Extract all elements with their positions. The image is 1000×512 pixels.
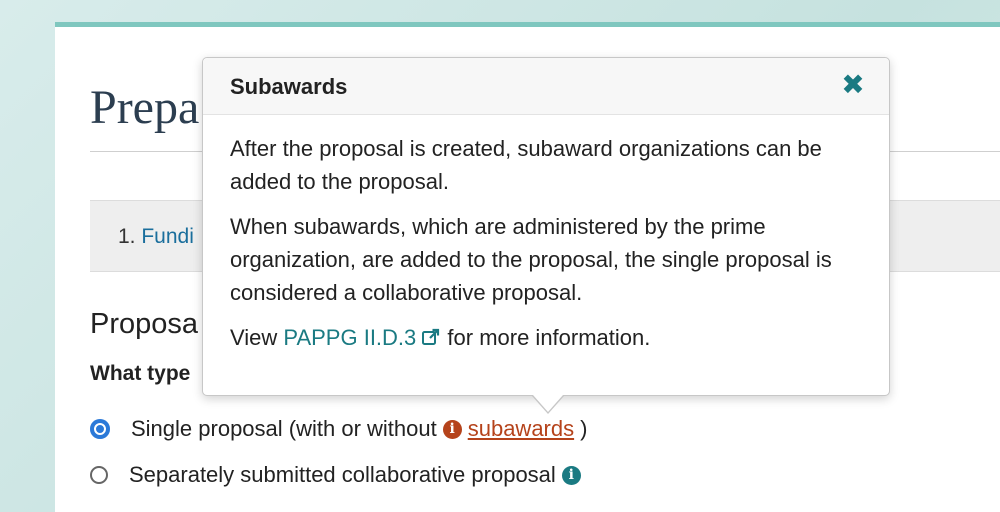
single-proposal-radio[interactable] <box>90 419 110 439</box>
close-paren: ) <box>580 416 588 441</box>
popover-view-line: View PAPPG II.D.3 for more information. <box>230 321 862 356</box>
page-title: Prepa <box>90 81 200 134</box>
popover-body: After the proposal is created, subaward … <box>203 115 889 356</box>
close-icon[interactable]: ✖ <box>839 68 867 101</box>
external-link-icon <box>421 323 441 356</box>
collaborative-proposal-radio[interactable] <box>90 466 108 484</box>
pappg-link[interactable]: PAPPG II.D.3 <box>283 325 441 350</box>
info-icon[interactable]: i <box>442 419 462 439</box>
step-1-link[interactable]: Fundi <box>141 225 194 248</box>
option-single-proposal[interactable]: Single proposal (with or without i subaw… <box>90 416 587 442</box>
popover-caret <box>533 395 563 412</box>
view-prefix: View <box>230 325 278 350</box>
option-collaborative-proposal[interactable]: Separately submitted collaborative propo… <box>90 462 587 488</box>
step-number: 1. <box>118 225 136 248</box>
popover-title: Subawards <box>230 74 348 99</box>
subawards-link[interactable]: subawards <box>468 416 574 442</box>
subawards-popover: Subawards ✖ After the proposal is create… <box>202 57 890 396</box>
collaborative-proposal-label: Separately submitted collaborative propo… <box>129 462 556 487</box>
popover-paragraph-1: After the proposal is created, subaward … <box>230 136 822 194</box>
section-heading: Proposa <box>90 308 199 340</box>
popover-header: Subawards ✖ <box>203 58 889 115</box>
popover-paragraph-2: When subawards, which are administered b… <box>230 214 832 305</box>
step-1: 1. Fundi <box>118 225 208 249</box>
single-proposal-label: Single proposal (with or without <box>131 416 437 441</box>
view-suffix: for more information. <box>447 325 651 350</box>
question-label: What type <box>90 362 191 385</box>
pappg-link-text: PAPPG II.D.3 <box>283 325 417 350</box>
info-icon[interactable]: i <box>561 465 581 485</box>
